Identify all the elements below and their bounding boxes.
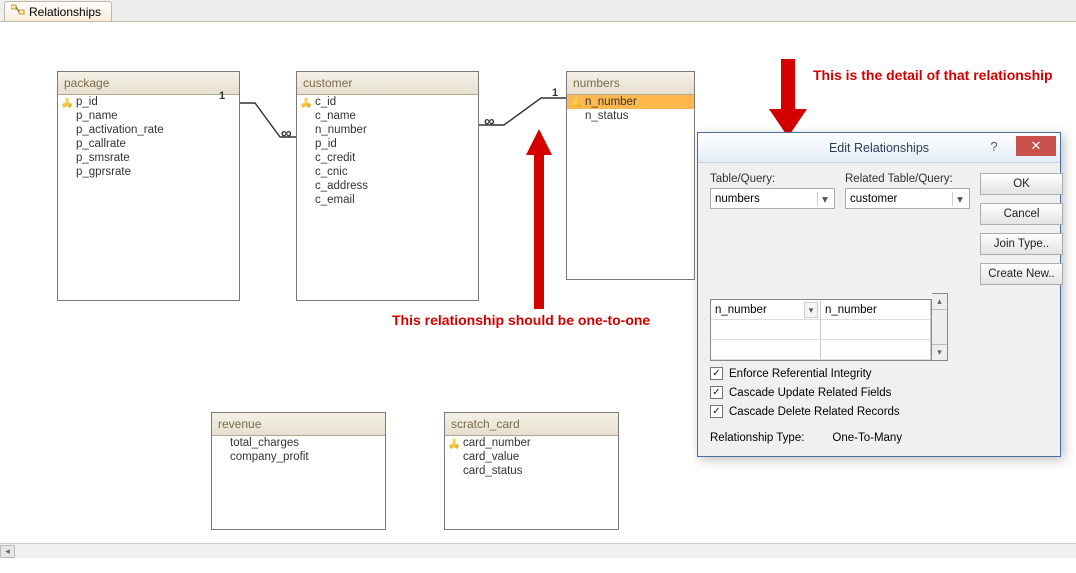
join-type-button[interactable]: Join Type.. [980, 233, 1063, 255]
table-customer[interactable]: customer c_idc_namen_numberp_idc_creditc… [296, 71, 479, 301]
combo-value: numbers [715, 193, 760, 205]
field-company_profit[interactable]: company_profit [212, 450, 385, 464]
table-query-label: Table/Query: [710, 173, 835, 185]
tab-bar: Relationships [0, 0, 1076, 22]
relationship-type-label: Relationship Type: [710, 432, 804, 444]
empty-cell[interactable] [711, 320, 821, 340]
table-body-scratch-card: card_numbercard_valuecard_status [445, 436, 618, 528]
cardinality-many: ∞ [484, 113, 495, 130]
relationship-type-value: One-To-Many [832, 432, 902, 444]
table-package[interactable]: package p_idp_namep_activation_ratep_cal… [57, 71, 240, 301]
table-scratch-card[interactable]: scratch_card card_numbercard_valuecard_s… [444, 412, 619, 530]
cascade-delete-checkbox[interactable]: ✓ Cascade Delete Related Records [710, 405, 1048, 418]
cardinality-one: 1 [219, 90, 225, 102]
cardinality-many: ∞ [281, 125, 292, 142]
field-p_callrate[interactable]: p_callrate [58, 137, 239, 151]
field-n_number[interactable]: n_number [567, 95, 694, 109]
ok-button[interactable]: OK [980, 173, 1063, 195]
table-title[interactable]: package [58, 72, 239, 95]
relationships-icon [11, 4, 25, 19]
empty-cell[interactable] [821, 340, 931, 360]
field-total_charges[interactable]: total_charges [212, 436, 385, 450]
field-c_id[interactable]: c_id [297, 95, 478, 109]
chevron-down-icon[interactable]: ▾ [804, 302, 818, 318]
field-card_status[interactable]: card_status [445, 464, 618, 478]
horizontal-scrollbar[interactable]: ◂ [0, 543, 1076, 558]
field-p_smsrate[interactable]: p_smsrate [58, 151, 239, 165]
field-p_gprsrate[interactable]: p_gprsrate [58, 165, 239, 179]
field-card_number[interactable]: card_number [445, 436, 618, 450]
checkbox-icon: ✓ [710, 386, 723, 399]
chevron-down-icon: ▾ [952, 192, 967, 206]
related-table-query-label: Related Table/Query: [845, 173, 970, 185]
table-title[interactable]: customer [297, 72, 478, 95]
field-value: n_number [715, 304, 767, 316]
create-new-button[interactable]: Create New.. [980, 263, 1063, 285]
empty-cell[interactable] [821, 320, 931, 340]
table-body-customer: c_idc_namen_numberp_idc_creditc_cnicc_ad… [297, 95, 478, 299]
grid-scrollbar[interactable]: ▴ ▾ [932, 293, 948, 361]
field-n_number[interactable]: n_number [297, 123, 478, 137]
table-body-numbers: n_numbern_status [567, 95, 694, 278]
checkbox-label: Enforce Referential Integrity [729, 368, 872, 380]
table-revenue[interactable]: revenue total_chargescompany_profit [211, 412, 386, 530]
table-title[interactable]: revenue [212, 413, 385, 436]
cardinality-one: 1 [552, 87, 558, 99]
right-field-cell[interactable]: n_number [821, 300, 931, 320]
table-title[interactable]: scratch_card [445, 413, 618, 436]
annotation-arrow [522, 129, 556, 309]
tab-relationships[interactable]: Relationships [4, 1, 112, 21]
relationships-canvas[interactable]: package p_idp_namep_activation_ratep_cal… [0, 22, 1076, 558]
table-numbers[interactable]: numbers n_numbern_status [566, 71, 695, 280]
dialog-titlebar[interactable]: Edit Relationships ? ✕ [698, 133, 1060, 163]
scroll-down-button[interactable]: ▾ [932, 344, 947, 360]
field-n_status[interactable]: n_status [567, 109, 694, 123]
field-p_name[interactable]: p_name [58, 109, 239, 123]
checkbox-icon: ✓ [710, 405, 723, 418]
field-card_value[interactable]: card_value [445, 450, 618, 464]
combo-value: customer [850, 193, 897, 205]
chevron-down-icon: ▾ [817, 192, 832, 206]
annotation-text: This is the detail of that relationship [813, 67, 1053, 83]
field-value: n_number [825, 304, 877, 316]
edit-relationships-dialog[interactable]: Edit Relationships ? ✕ Table/Query: numb… [697, 132, 1061, 457]
field-c_credit[interactable]: c_credit [297, 151, 478, 165]
table-title[interactable]: numbers [567, 72, 694, 95]
tab-label: Relationships [29, 5, 101, 19]
scroll-left-button[interactable]: ◂ [0, 545, 15, 558]
left-table-combo[interactable]: numbers ▾ [710, 188, 835, 209]
left-field-cell[interactable]: n_number ▾ [711, 300, 821, 320]
close-button[interactable]: ✕ [1016, 136, 1056, 156]
annotation-text: This relationship should be one-to-one [392, 312, 650, 328]
enforce-integrity-checkbox[interactable]: ✓ Enforce Referential Integrity [710, 367, 1048, 380]
cancel-button[interactable]: Cancel [980, 203, 1063, 225]
checkbox-icon: ✓ [710, 367, 723, 380]
right-table-combo[interactable]: customer ▾ [845, 188, 970, 209]
field-c_address[interactable]: c_address [297, 179, 478, 193]
help-button[interactable]: ? [974, 136, 1014, 156]
checkbox-label: Cascade Update Related Fields [729, 387, 891, 399]
field-c_email[interactable]: c_email [297, 193, 478, 207]
field-p_id[interactable]: p_id [297, 137, 478, 151]
cascade-update-checkbox[interactable]: ✓ Cascade Update Related Fields [710, 386, 1048, 399]
field-mapping-grid[interactable]: n_number ▾ n_number [710, 299, 932, 361]
field-c_cnic[interactable]: c_cnic [297, 165, 478, 179]
field-c_name[interactable]: c_name [297, 109, 478, 123]
table-body-package: p_idp_namep_activation_ratep_callratep_s… [58, 95, 239, 299]
dialog-title: Edit Relationships [829, 141, 929, 155]
annotation-arrow [765, 59, 811, 137]
field-p_id[interactable]: p_id [58, 95, 239, 109]
checkbox-label: Cascade Delete Related Records [729, 406, 900, 418]
table-body-revenue: total_chargescompany_profit [212, 436, 385, 528]
scroll-up-button[interactable]: ▴ [932, 294, 947, 310]
empty-cell[interactable] [711, 340, 821, 360]
field-p_activation_rate[interactable]: p_activation_rate [58, 123, 239, 137]
